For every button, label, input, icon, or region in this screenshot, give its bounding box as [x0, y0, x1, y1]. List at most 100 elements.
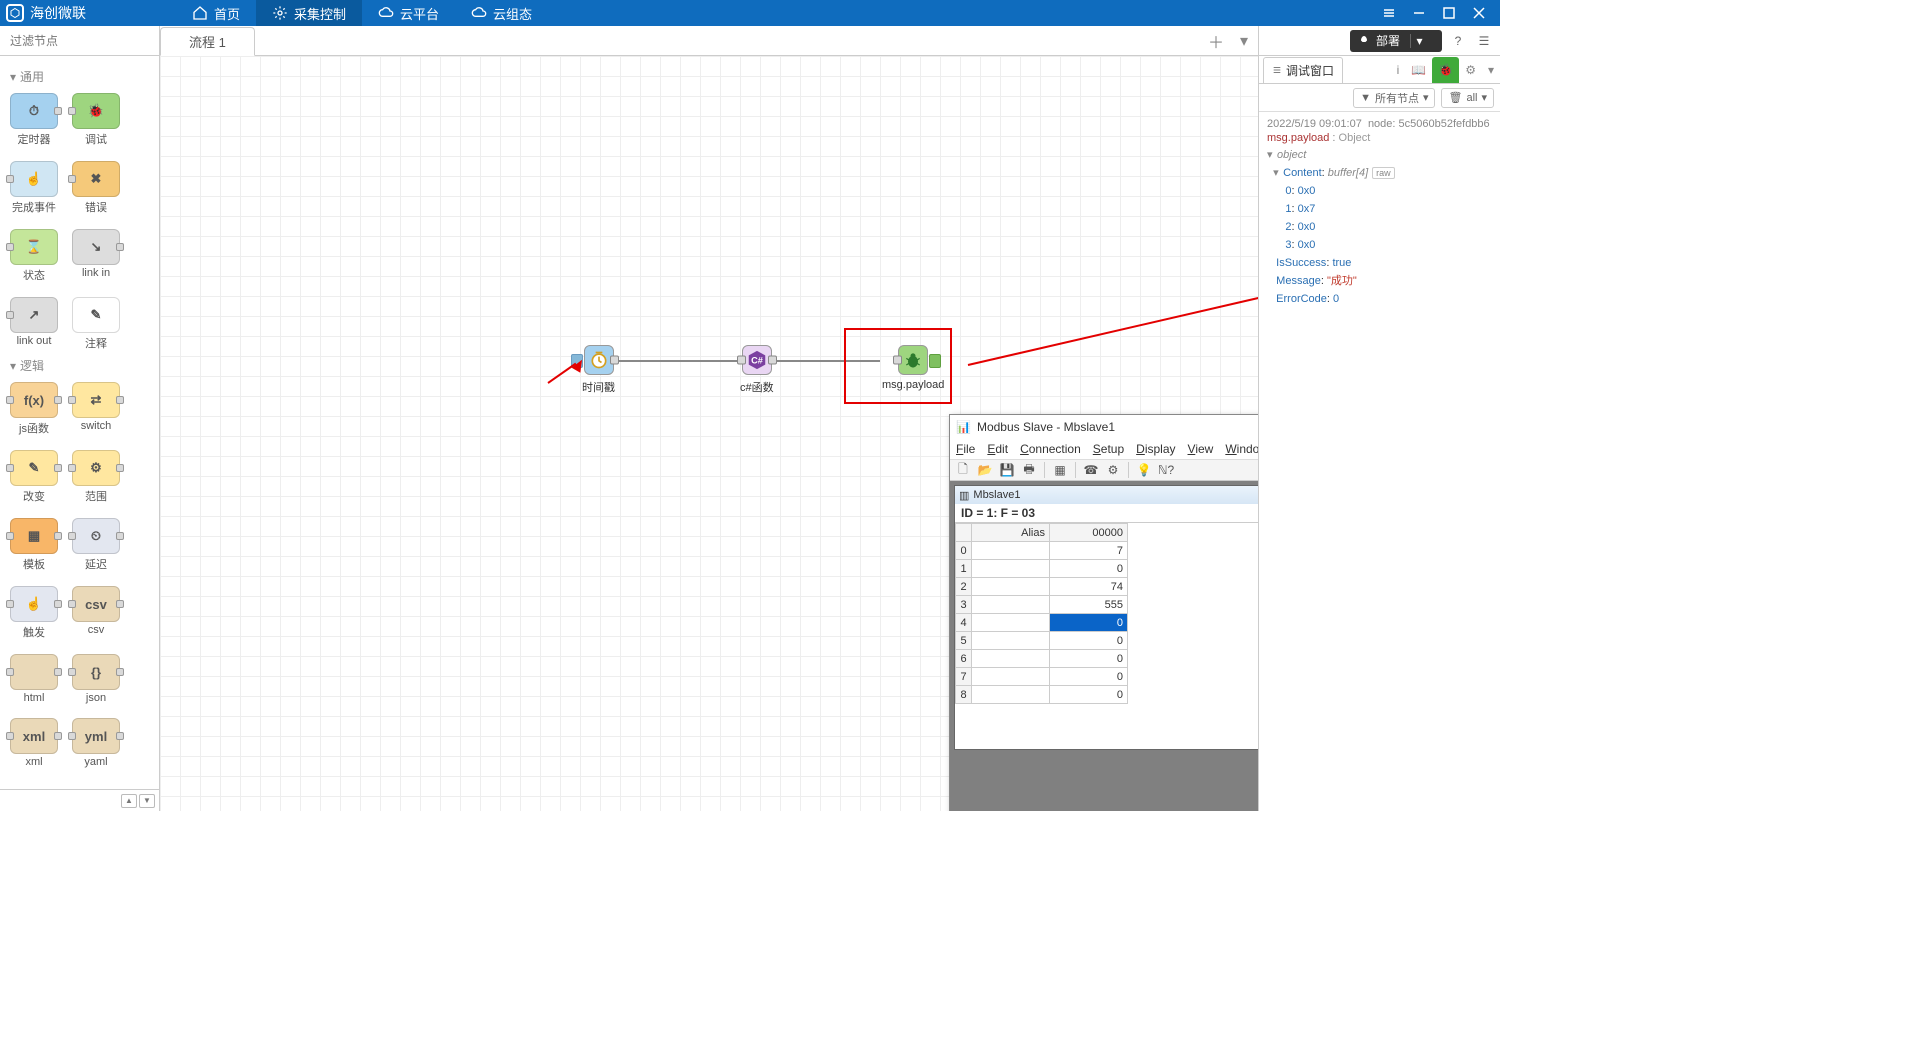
tab-bug-icon[interactable]: 🐞 — [1432, 57, 1459, 83]
mb-row[interactable]: 274 — [956, 578, 1128, 596]
tab-book-icon[interactable]: 📖 — [1405, 57, 1432, 83]
modbus-toolbar: 🗋 📂 💾 🖶 ▦ ☎ ⚙ 💡 ℕ? — [950, 459, 1258, 481]
palette-search[interactable] — [0, 26, 159, 56]
filter-nodes[interactable]: ▼ 所有节点 ▾ — [1353, 88, 1435, 108]
category-common[interactable]: ▾通用 — [10, 68, 153, 85]
tb-open-icon[interactable]: 📂 — [976, 461, 994, 479]
deploy-button[interactable]: 部署 ▾ — [1350, 30, 1442, 52]
palette-node-change[interactable]: ✎改变 — [10, 450, 58, 504]
palette-node-yaml[interactable]: ymlyaml — [72, 718, 120, 768]
debug-output[interactable]: 2022/5/19 09:01:07 node: 5c5060b52fefdbb… — [1259, 112, 1500, 811]
palette-node-finish[interactable]: ☝完成事件 — [10, 161, 58, 215]
tab-info-icon[interactable]: i — [1391, 57, 1406, 83]
menu-icon[interactable] — [1374, 0, 1404, 26]
nav-home[interactable]: 首页 — [176, 0, 256, 26]
mbslave-subwindow[interactable]: ▥ Mbslave1 — ☐ ✕ ID = 1: F = 03 Alias000… — [954, 485, 1258, 750]
mbslave-grid[interactable]: Alias00000 071027435554050607080 — [955, 522, 1258, 749]
mb-menu-file[interactable]: File — [956, 442, 975, 456]
tb-print-icon[interactable]: 🖶 — [1020, 461, 1038, 479]
nav-cloud[interactable]: 云平台 — [362, 0, 455, 26]
palette-down-button[interactable]: ▼ — [139, 794, 155, 808]
node-inject[interactable]: 时间戳 — [582, 345, 615, 395]
palette-node-label: 注释 — [85, 335, 107, 351]
hamburger-button[interactable]: ☰ — [1474, 31, 1494, 51]
mb-row[interactable]: 40 — [956, 614, 1128, 632]
debug-toggle-icon[interactable] — [929, 354, 941, 368]
tab-flow1[interactable]: 流程 1 — [160, 27, 255, 56]
palette-node-state[interactable]: ⌛状态 — [10, 229, 58, 283]
palette-node-timer[interactable]: ⏱定时器 — [10, 93, 58, 147]
mb-menu-window[interactable]: Window — [1225, 442, 1258, 456]
palette-up-button[interactable]: ▲ — [121, 794, 137, 808]
palette-node-xml[interactable]: xmlxml — [10, 718, 58, 768]
mb-row[interactable]: 3555 — [956, 596, 1128, 614]
palette-node-label: json — [86, 692, 106, 704]
nav-capture[interactable]: 采集控制 — [256, 0, 362, 26]
tb-tile-icon[interactable]: ▦ — [1051, 461, 1069, 479]
palette-node-linkout[interactable]: ↗link out — [10, 297, 58, 351]
palette-node-template[interactable]: ▦模板 — [10, 518, 58, 572]
palette-node-linkin[interactable]: ↘link in — [72, 229, 120, 283]
mb-row[interactable]: 60 — [956, 650, 1128, 668]
right-sidebar: 部署 ▾ ? ☰ 调试窗口 i 📖 🐞 ⚙ ▾ ▼ 所有节点 ▾ 🗑 all ▾… — [1258, 26, 1500, 811]
node-inject-label: 时间戳 — [582, 379, 615, 395]
palette-node-label: 错误 — [85, 199, 107, 215]
mbslave-titlebar[interactable]: ▥ Mbslave1 — ☐ ✕ — [955, 486, 1258, 504]
node-debug[interactable]: msg.payload — [882, 345, 944, 391]
mbslave-icon: ▥ — [959, 489, 969, 502]
col-reg[interactable]: 00000 — [1050, 524, 1128, 542]
palette-node-delay[interactable]: ⏲延迟 — [72, 518, 120, 572]
modbus-title: Modbus Slave - Mbslave1 — [977, 420, 1115, 434]
palette-node-json[interactable]: {}json — [72, 654, 120, 704]
category-logic[interactable]: ▾逻辑 — [10, 357, 153, 374]
nav-cloudview[interactable]: 云组态 — [455, 0, 548, 26]
modbus-menubar: File Edit Connection Setup Display View … — [950, 439, 1258, 459]
tab-debug[interactable]: 调试窗口 — [1263, 57, 1343, 83]
tb-setup-icon[interactable]: ⚙ — [1104, 461, 1122, 479]
maximize-icon[interactable] — [1434, 0, 1464, 26]
debug-tree[interactable]: ▾object ▾Content: buffer[4]raw 0: 0x0 1:… — [1267, 146, 1492, 308]
palette-node-label: link out — [17, 335, 52, 347]
modbus-titlebar[interactable]: 📊 Modbus Slave - Mbslave1 — ☐ ✕ — [950, 415, 1258, 439]
close-icon[interactable] — [1464, 0, 1494, 26]
palette-node-jsfn[interactable]: f(x)js函数 — [10, 382, 58, 436]
minimize-icon[interactable] — [1404, 0, 1434, 26]
node-csharp[interactable]: C# c#函数 — [740, 345, 774, 395]
palette-search-input[interactable] — [10, 34, 165, 48]
mb-row[interactable]: 07 — [956, 542, 1128, 560]
tb-new-icon[interactable]: 🗋 — [954, 461, 972, 479]
flow-canvas[interactable]: 时间戳 C# c#函数 — [160, 56, 1258, 811]
help-button[interactable]: ? — [1448, 31, 1468, 51]
tb-connect-icon[interactable]: ☎ — [1082, 461, 1100, 479]
palette-node-error[interactable]: ✖错误 — [72, 161, 120, 215]
mb-menu-display[interactable]: Display — [1136, 442, 1175, 456]
add-tab-button[interactable]: ＋ — [1202, 27, 1230, 55]
tab-gear-icon[interactable]: ⚙ — [1459, 57, 1482, 83]
tab-menu-button[interactable]: ▾ — [1230, 27, 1258, 55]
mb-menu-connection[interactable]: Connection — [1020, 442, 1081, 456]
palette-node-html[interactable]: html — [10, 654, 58, 704]
node-csharp-label: c#函数 — [740, 379, 774, 395]
tb-help-icon[interactable]: ℕ? — [1157, 461, 1175, 479]
palette-node-trigger[interactable]: ☝触发 — [10, 586, 58, 640]
palette-node-comment[interactable]: ✎注释 — [72, 297, 120, 351]
mb-menu-view[interactable]: View — [1188, 442, 1214, 456]
tb-save-icon[interactable]: 💾 — [998, 461, 1016, 479]
palette-footer: ▲ ▼ — [0, 789, 159, 811]
palette-node-debug[interactable]: 🐞调试 — [72, 93, 120, 147]
modbus-window[interactable]: 📊 Modbus Slave - Mbslave1 — ☐ ✕ File Edi… — [949, 414, 1258, 811]
mb-row[interactable]: 80 — [956, 686, 1128, 704]
filter-clear[interactable]: 🗑 all ▾ — [1441, 88, 1494, 108]
mb-row[interactable]: 10 — [956, 560, 1128, 578]
palette-node-range[interactable]: ⚙范围 — [72, 450, 120, 504]
mb-row[interactable]: 50 — [956, 632, 1128, 650]
palette-node-csv[interactable]: csvcsv — [72, 586, 120, 640]
mb-menu-edit[interactable]: Edit — [987, 442, 1008, 456]
palette-node-switch[interactable]: ⇄switch — [72, 382, 120, 436]
mb-menu-setup[interactable]: Setup — [1093, 442, 1124, 456]
mbslave-info: ID = 1: F = 03 — [955, 504, 1258, 522]
tb-info-icon[interactable]: 💡 — [1135, 461, 1153, 479]
col-alias[interactable]: Alias — [972, 524, 1050, 542]
tab-caret-icon[interactable]: ▾ — [1482, 57, 1500, 83]
mb-row[interactable]: 70 — [956, 668, 1128, 686]
